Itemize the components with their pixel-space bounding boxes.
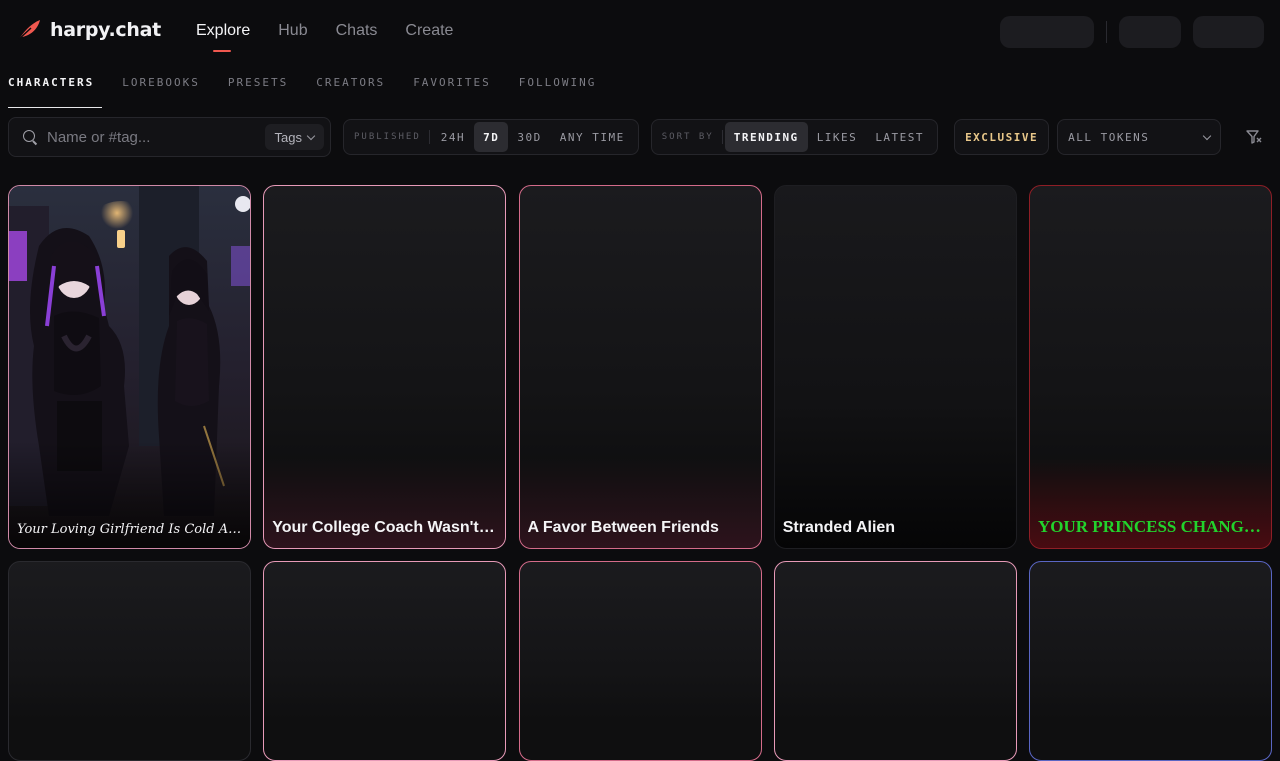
published-filter: PUBLISHED 24H 7D 30D ANY TIME: [343, 119, 639, 155]
logo[interactable]: harpy.chat: [16, 18, 161, 42]
sort-label: SORT BY: [662, 130, 723, 144]
character-card[interactable]: Your College Coach Wasn't Supposed to Se…: [263, 185, 507, 549]
exclusive-toggle[interactable]: EXCLUSIVE: [954, 119, 1050, 155]
sort-filter: SORT BY TRENDING LIKES LATEST: [650, 119, 939, 155]
tab-following[interactable]: FOLLOWING: [519, 76, 597, 107]
character-grid: Your Loving Girlfriend Is Cold Around Yo…: [8, 185, 1272, 761]
character-card[interactable]: [773, 561, 1017, 761]
character-card[interactable]: YOUR PRINCESS CHANGED - She Forgot You: [1029, 185, 1272, 549]
main-nav: Explore Hub Chats Create: [196, 22, 453, 52]
loading-button-placeholder[interactable]: [1119, 16, 1181, 48]
app-name: harpy.chat: [50, 19, 161, 41]
character-card[interactable]: [518, 561, 762, 761]
character-title: A Favor Between Friends: [527, 519, 719, 536]
nav-explore[interactable]: Explore: [196, 22, 250, 52]
sort-trending[interactable]: TRENDING: [724, 122, 808, 152]
loading-button-placeholder[interactable]: [1193, 16, 1264, 48]
tokens-select[interactable]: ALL TOKENS: [1057, 119, 1222, 155]
character-card[interactable]: [263, 561, 507, 761]
content-type-tabs: CHARACTERS LOREBOOKS PRESETS CREATORS FA…: [8, 76, 597, 108]
character-title: Your College Coach Wasn't Supposed to Se…: [272, 519, 497, 536]
account-actions: [1000, 16, 1264, 48]
published-any-time[interactable]: ANY TIME: [551, 122, 634, 152]
filter-clear-icon[interactable]: [1245, 128, 1263, 146]
top-bar: harpy.chat Explore Hub Chats Create: [0, 0, 1280, 64]
tab-lorebooks[interactable]: LOREBOOKS: [122, 76, 200, 107]
nav-chats[interactable]: Chats: [336, 22, 378, 40]
published-7d[interactable]: 7D: [474, 122, 509, 152]
tab-creators[interactable]: CREATORS: [316, 76, 385, 107]
nav-hub[interactable]: Hub: [278, 22, 307, 40]
loading-button-placeholder[interactable]: [1000, 16, 1094, 48]
search-box: Tags: [8, 117, 331, 157]
chevron-down-icon: [306, 131, 316, 140]
character-title: Stranded Alien: [782, 519, 896, 536]
tokens-label: ALL TOKENS: [1068, 130, 1150, 144]
character-artwork: [9, 186, 250, 548]
sort-latest[interactable]: LATEST: [866, 122, 933, 152]
tab-presets[interactable]: PRESETS: [228, 76, 288, 107]
sort-likes[interactable]: LIKES: [808, 122, 867, 152]
nav-create[interactable]: Create: [405, 22, 453, 40]
chevron-down-icon: [1202, 131, 1212, 140]
published-label: PUBLISHED: [354, 130, 430, 144]
character-card[interactable]: [8, 561, 251, 761]
tab-favorites[interactable]: FAVORITES: [413, 76, 491, 107]
character-card[interactable]: [1029, 561, 1272, 761]
character-card[interactable]: A Favor Between Friends: [518, 185, 762, 549]
search-input[interactable]: [47, 128, 265, 146]
character-title: YOUR PRINCESS CHANGED - She Forgot You: [1038, 517, 1263, 536]
published-24h[interactable]: 24H: [432, 122, 474, 152]
feather-icon: [17, 20, 40, 41]
filter-bar: Tags PUBLISHED 24H 7D 30D ANY TIME SORT …: [8, 117, 1222, 157]
search-icon: [21, 128, 39, 146]
character-card[interactable]: Stranded Alien: [773, 185, 1017, 549]
character-title: Your Loving Girlfriend Is Cold Around Yo…: [17, 522, 242, 537]
divider: [1106, 21, 1107, 43]
tags-label: Tags: [274, 129, 302, 145]
character-card[interactable]: Your Loving Girlfriend Is Cold Around Yo…: [8, 185, 251, 549]
tags-dropdown[interactable]: Tags: [264, 124, 324, 150]
published-30d[interactable]: 30D: [508, 122, 550, 152]
tab-characters[interactable]: CHARACTERS: [8, 76, 103, 108]
